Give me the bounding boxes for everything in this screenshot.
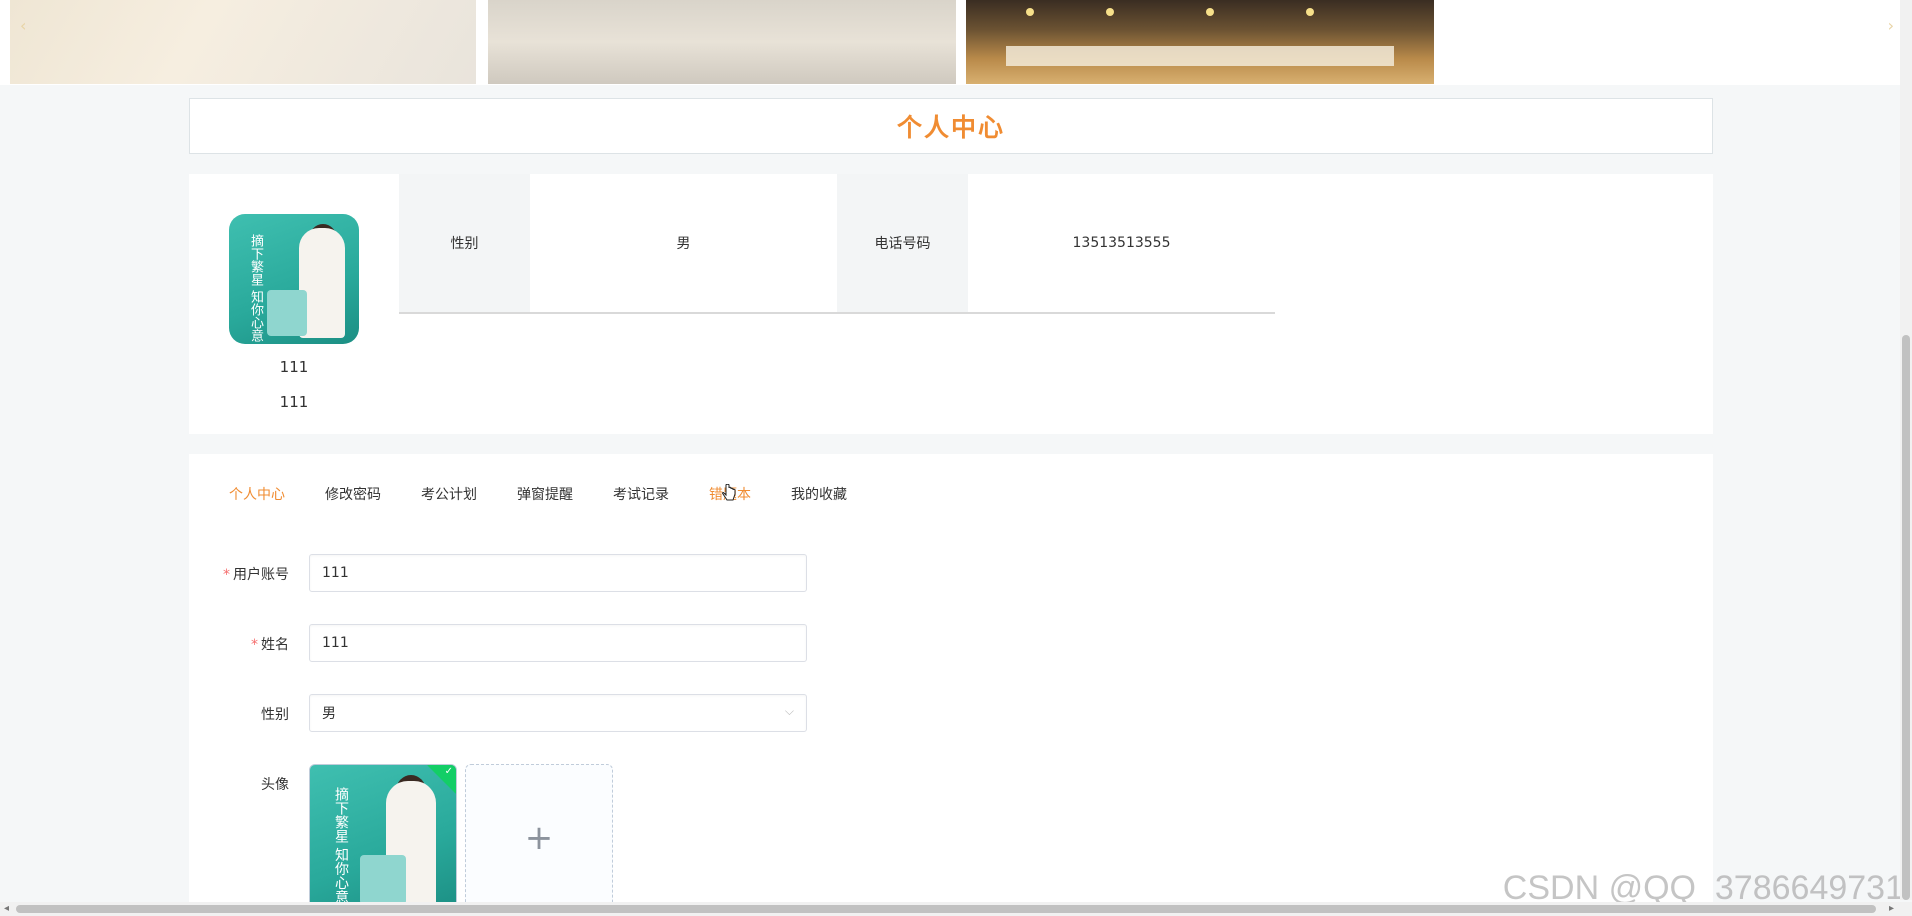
tab-change-password[interactable]: 修改密码 bbox=[325, 484, 381, 504]
scroll-right-icon[interactable]: ▸ bbox=[1889, 903, 1894, 914]
banner-carousel: ‹ › bbox=[0, 0, 1900, 85]
banner-image-office bbox=[966, 0, 1434, 84]
form-row-account: * 用户账号 111 bbox=[189, 554, 889, 594]
tab-exam-plan[interactable]: 考公计划 bbox=[421, 484, 477, 504]
chevron-down-icon: ⌵ bbox=[784, 704, 794, 718]
profile-card: 摘下繁星 知你心意 111 111 性别 男 电话号码 13513513555 bbox=[189, 174, 1713, 434]
form-row-name: * 姓名 111 bbox=[189, 624, 889, 664]
name-label: * 姓名 bbox=[251, 637, 289, 653]
horizontal-scrollbar[interactable]: ◂ ▸ bbox=[0, 902, 1912, 916]
account-input[interactable]: 111 bbox=[309, 554, 807, 592]
gender-label: 性别 bbox=[399, 174, 530, 312]
profile-username: 111 bbox=[279, 358, 309, 376]
carousel-prev-icon[interactable]: ‹ bbox=[20, 16, 26, 35]
avatar: 摘下繁星 知你心意 bbox=[229, 214, 359, 344]
vertical-scrollbar[interactable] bbox=[1900, 0, 1912, 900]
gender-field-label: 性别 bbox=[261, 707, 289, 723]
gender-select-value: 男 bbox=[322, 706, 336, 722]
page-title-box: 个人中心 bbox=[189, 98, 1713, 154]
check-icon: ✓ bbox=[444, 766, 453, 777]
tab-exam-records[interactable]: 考试记录 bbox=[613, 484, 669, 504]
settings-panel: 个人中心 修改密码 考公计划 弹窗提醒 考试记录 错题本 我的收藏 *用户账号 … bbox=[189, 454, 1713, 912]
banner-image-city bbox=[488, 0, 956, 84]
tab-bar: 个人中心 修改密码 考公计划 弹窗提醒 考试记录 错题本 我的收藏 bbox=[229, 484, 887, 504]
profile-info-table: 性别 男 电话号码 13513513555 bbox=[399, 174, 1275, 314]
tab-popup-reminder[interactable]: 弹窗提醒 bbox=[517, 484, 573, 504]
gender-value: 男 bbox=[530, 174, 837, 312]
form-row-avatar: 头像 摘下繁星 知你心意 ✓ + bbox=[189, 764, 889, 914]
page-title: 个人中心 bbox=[896, 113, 1005, 142]
tab-personal-center[interactable]: 个人中心 bbox=[229, 484, 285, 504]
scroll-left-icon[interactable]: ◂ bbox=[4, 903, 9, 914]
avatar-text: 摘下繁星 知你心意 bbox=[248, 234, 263, 343]
phone-value: 13513513555 bbox=[968, 174, 1275, 312]
hand-cursor-icon bbox=[722, 484, 736, 501]
plus-icon: + bbox=[524, 818, 554, 858]
name-input[interactable]: 111 bbox=[309, 624, 807, 662]
form-row-gender: 性别 男 ⌵ bbox=[189, 694, 889, 734]
account-label: * 用户账号 bbox=[223, 567, 289, 583]
profile-name: 111 bbox=[279, 393, 309, 411]
gender-select[interactable]: 男 ⌵ bbox=[309, 694, 807, 732]
avatar-field-label: 头像 bbox=[261, 777, 289, 793]
avatar-thumb-text: 摘下繁星 知你心意 bbox=[333, 787, 349, 904]
banner-image-eiffel bbox=[10, 0, 476, 84]
phone-label: 电话号码 bbox=[837, 174, 968, 312]
tab-my-favorites[interactable]: 我的收藏 bbox=[791, 484, 847, 504]
carousel-next-icon[interactable]: › bbox=[1888, 16, 1894, 35]
uploaded-avatar-thumbnail[interactable]: 摘下繁星 知你心意 ✓ bbox=[309, 764, 457, 912]
upload-add-button[interactable]: + bbox=[465, 764, 613, 912]
